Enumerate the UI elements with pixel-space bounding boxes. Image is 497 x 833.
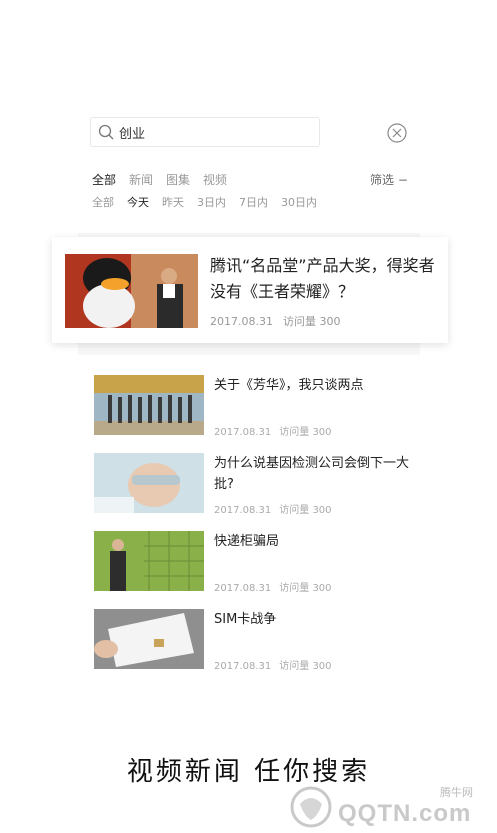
article-title: 关于《芳华》，我只谈两点 (214, 378, 364, 393)
article-title: SIM卡战争 (214, 612, 277, 627)
search-input[interactable]: 创业 (90, 117, 320, 147)
article-thumbnail (94, 609, 204, 669)
article-title: 快递柜骗局 (214, 534, 280, 549)
list-item[interactable]: SIM卡战争 2017.08.31 访问量 300 (78, 609, 420, 679)
watermark-brand: QQTN.com (338, 800, 472, 827)
article-meta: 2017.08.31 访问量 300 (214, 427, 332, 438)
article-thumbnail (94, 453, 204, 513)
article-meta: 2017.08.31 访问量 300 (214, 505, 332, 516)
featured-meta: 2017.08.31 访问量 300 (210, 315, 341, 328)
featured-thumbnail (65, 254, 198, 328)
featured-article[interactable]: 腾讯“名品堂”产品大奖，得奖者没有《王者荣耀》？ 2017.08.31 访问量 3… (52, 237, 448, 343)
article-thumbnail (94, 531, 204, 591)
tab-gallery[interactable]: 图集 (166, 171, 190, 188)
type-tabs: 全部 新闻 图集 视频 (92, 171, 240, 188)
article-meta: 2017.08.31 访问量 300 (214, 661, 332, 672)
list-item[interactable]: 快递柜骗局 2017.08.31 访问量 300 (78, 531, 420, 601)
time-all[interactable]: 全部 (92, 194, 114, 210)
clear-search-icon[interactable] (387, 123, 407, 143)
search-header: 创业 全部 新闻 图集 视频 筛选 − 全部 今天 昨天 3日内 7日内 30日内 (78, 105, 420, 233)
tab-video[interactable]: 视频 (203, 171, 227, 188)
watermark-label: 腾牛网 (440, 786, 473, 799)
article-list: 关于《芳华》，我只谈两点 2017.08.31 访问量 300 为什么说基因检测公… (78, 355, 420, 705)
time-yesterday[interactable]: 昨天 (162, 194, 184, 210)
time-tabs: 全部 今天 昨天 3日内 7日内 30日内 (92, 194, 330, 210)
tab-all[interactable]: 全部 (92, 171, 116, 188)
time-7days[interactable]: 7日内 (239, 194, 268, 210)
list-item[interactable]: 关于《芳华》，我只谈两点 2017.08.31 访问量 300 (78, 375, 420, 445)
article-meta: 2017.08.31 访问量 300 (214, 583, 332, 594)
article-thumbnail (94, 375, 204, 435)
tab-news[interactable]: 新闻 (129, 171, 153, 188)
watermark: QQTN.com 腾牛网 (290, 782, 490, 830)
featured-title: 腾讯“名品堂”产品大奖，得奖者没有《王者荣耀》？ (210, 256, 435, 301)
qqtn-logo-icon (290, 786, 332, 828)
time-3days[interactable]: 3日内 (197, 194, 226, 210)
time-today[interactable]: 今天 (127, 194, 149, 210)
article-title: 为什么说基因检测公司会倒下一大批? (214, 456, 410, 492)
time-30days[interactable]: 30日内 (281, 194, 317, 210)
search-icon (98, 124, 114, 140)
list-item[interactable]: 为什么说基因检测公司会倒下一大批? 2017.08.31 访问量 300 (78, 453, 420, 523)
filter-toggle[interactable]: 筛选 − (370, 171, 408, 188)
search-query: 创业 (119, 127, 146, 142)
